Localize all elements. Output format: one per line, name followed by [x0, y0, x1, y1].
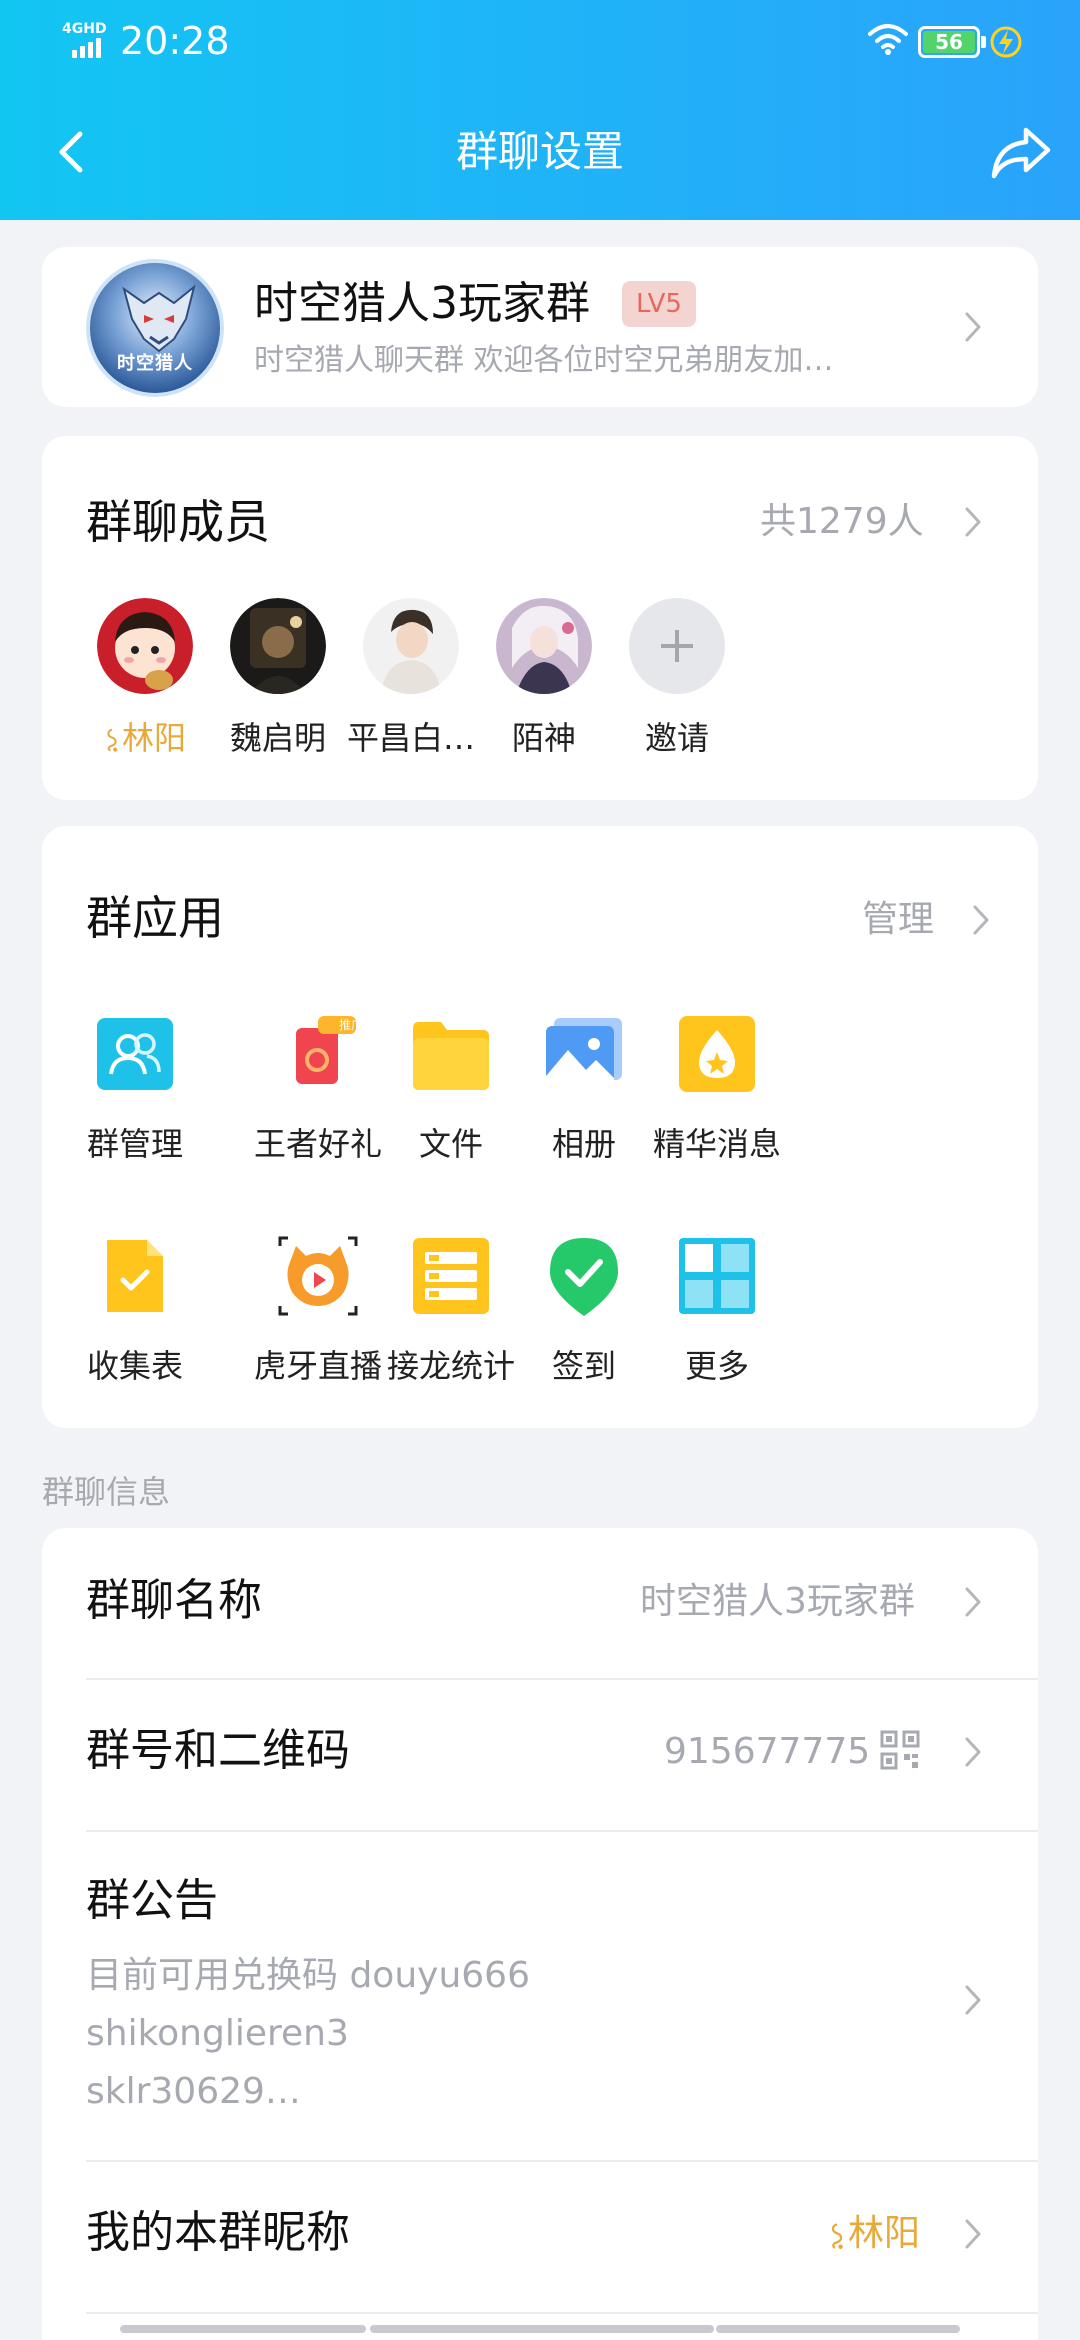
group-name: 时空猎人3玩家群 — [254, 278, 590, 329]
form-icon — [107, 1240, 163, 1312]
announcement-line: 目前可用兑换码 douyu666 — [86, 1955, 530, 1996]
huya-icon — [278, 1236, 358, 1316]
invite-button[interactable]: 邀请 — [597, 598, 757, 758]
chevron-right-icon — [965, 312, 981, 342]
chevron-right-icon — [965, 2219, 981, 2249]
members-title: 群聊成员 — [86, 495, 270, 549]
my-nickname-row[interactable]: 我的本群昵称 林阳 — [42, 2162, 1038, 2312]
apps-manage-link[interactable]: 管理 — [862, 898, 934, 942]
rank-crown-icon — [107, 728, 118, 752]
chevron-right-icon[interactable] — [972, 904, 990, 936]
signal-icon — [72, 38, 101, 58]
network-type: 4GHD — [62, 21, 107, 37]
announcement-row[interactable]: 群公告 目前可用兑换码 douyu666 shikonglieren3 sklr… — [42, 1832, 1038, 2148]
status-time: 20:28 — [120, 19, 230, 63]
row-title: 我的本群昵称 — [86, 2207, 350, 2258]
members-card: 群聊成员 共1279人 林阳 魏启明 平昌白… 陌神 邀请 — [42, 436, 1038, 800]
member-avatar — [97, 598, 193, 694]
app-essence[interactable]: 精华消息 — [627, 1014, 807, 1164]
group-description: 时空猎人聊天群 欢迎各位时空兄弟朋友加… — [254, 343, 834, 378]
group-name-row[interactable]: 群聊名称 时空猎人3玩家群 — [42, 1528, 1038, 1678]
promo-badge: 推广 — [339, 1018, 364, 1032]
members-count[interactable]: 共1279人 — [760, 500, 924, 544]
scroll-indicator — [370, 2325, 714, 2333]
page-title: 群聊设置 — [455, 127, 624, 176]
more-grid-icon — [679, 1238, 755, 1314]
row-title: 群号和二维码 — [86, 1725, 350, 1776]
scroll-indicator — [120, 2325, 366, 2333]
member-avatar — [496, 598, 592, 694]
share-icon[interactable] — [990, 124, 1052, 180]
chevron-right-icon — [965, 1737, 981, 1767]
section-label-group-info: 群聊信息 — [42, 1473, 171, 1511]
checkin-icon — [550, 1238, 618, 1316]
row-title: 群聊名称 — [86, 1575, 262, 1626]
nickname-text: 林阳 — [848, 2213, 921, 2254]
row-value: 时空猎人3玩家群 — [640, 1581, 915, 1622]
group-info-card: 群聊名称 时空猎人3玩家群 群号和二维码 915677775 群公告 目前可用兑… — [42, 1528, 1038, 2340]
divider — [86, 2312, 1038, 2314]
row-title: 群公告 — [86, 1875, 218, 1926]
chevron-right-icon — [965, 1587, 981, 1617]
battery-icon: 56 — [918, 26, 980, 58]
group-level-badge: LV5 — [622, 281, 696, 327]
battery-level: 56 — [923, 31, 975, 53]
member-avatar — [363, 598, 459, 694]
folder-icon — [413, 1022, 489, 1090]
nickname-value: 林阳 — [828, 2212, 920, 2256]
app-label: 更多 — [684, 1347, 749, 1385]
app-more[interactable]: 更多 — [627, 1236, 807, 1386]
invite-label: 邀请 — [644, 719, 709, 757]
wolf-emblem-icon — [122, 284, 196, 353]
rank-crown-icon — [831, 2223, 843, 2250]
group-avatar-text: 时空猎人 — [117, 353, 193, 374]
app-group-manage[interactable]: 群管理 — [45, 1014, 225, 1164]
battery-tip — [981, 36, 986, 48]
qr-code-icon — [880, 1730, 920, 1770]
group-id-row[interactable]: 群号和二维码 915677775 — [42, 1680, 1038, 1830]
member-name-text: 林阳 — [121, 719, 186, 757]
nav-bar: 群聊设置 — [0, 110, 1080, 194]
wifi-icon — [868, 24, 908, 55]
group-manage-icon — [97, 1018, 173, 1090]
announcement-line: shikonglieren3 — [86, 2013, 349, 2054]
group-id-value: 915677775 — [664, 1731, 871, 1772]
app-label: 群管理 — [86, 1125, 183, 1163]
header-bar: 4GHD 20:28 56 群聊设置 — [0, 0, 1080, 220]
group-apps-card: 群应用 管理 群管理 推广 王者好礼 文件 相册 精华消息 收集表 虎牙直播 接… — [42, 826, 1038, 1428]
chevron-right-icon[interactable] — [964, 506, 982, 538]
apps-title: 群应用 — [86, 891, 224, 945]
app-form[interactable]: 收集表 — [45, 1236, 225, 1386]
scroll-indicator — [716, 2325, 960, 2333]
app-label: 精华消息 — [652, 1125, 781, 1163]
announcement-line: sklr30629… — [86, 2071, 301, 2112]
member-avatar — [230, 598, 326, 694]
add-member-icon — [629, 598, 725, 694]
solitaire-icon — [413, 1238, 489, 1314]
status-bar: 4GHD 20:28 56 — [0, 0, 1080, 84]
app-label: 收集表 — [86, 1347, 183, 1385]
album-icon — [546, 1018, 622, 1088]
chevron-right-icon — [965, 1985, 981, 2015]
essence-icon — [679, 1016, 755, 1092]
group-profile-card[interactable]: 时空猎人 时空猎人3玩家群 LV5 时空猎人聊天群 欢迎各位时空兄弟朋友加… — [42, 247, 1038, 407]
charging-icon — [990, 26, 1022, 58]
group-avatar[interactable]: 时空猎人 — [86, 259, 224, 397]
